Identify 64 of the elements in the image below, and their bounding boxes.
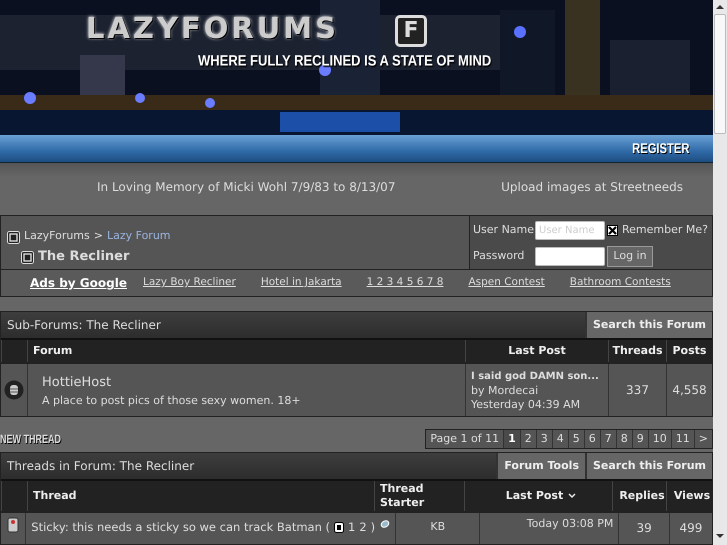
- password-field[interactable]: [535, 247, 605, 266]
- sticky-thread-icon: [7, 517, 20, 533]
- page-link[interactable]: 9: [632, 430, 648, 448]
- page-link[interactable]: 2: [520, 430, 536, 448]
- page-link[interactable]: 1: [503, 430, 520, 448]
- page-link[interactable]: 11: [670, 430, 694, 448]
- parenthesis-text: ): [370, 519, 376, 536]
- page-link[interactable]: 7: [600, 430, 616, 448]
- notice-text: Upload images at Streetneeds: [501, 178, 683, 196]
- page-link[interactable]: 4: [552, 430, 568, 448]
- breadcrumb-link[interactable]: LazyForums: [24, 228, 90, 244]
- last-post-link[interactable]: I said god DAMN son...: [471, 370, 603, 384]
- ad-link[interactable]: Hotel in Jakarta: [260, 275, 342, 291]
- sort-icon[interactable]: [568, 493, 576, 499]
- thread-page-link[interactable]: 2: [359, 519, 367, 536]
- section-title: Threads in Forum: The Recliner: [6, 458, 196, 475]
- page-indicator: Page 1 of 11: [429, 430, 500, 447]
- thread-count: 337: [626, 382, 649, 399]
- breadcrumb-separator: >: [94, 228, 103, 244]
- forum-icon: [7, 230, 20, 243]
- remember-checkbox[interactable]: [607, 225, 618, 236]
- forum-link[interactable]: HottieHost: [42, 373, 451, 392]
- reply-count: 39: [636, 520, 652, 537]
- post-author: by Mordecai: [471, 384, 540, 398]
- ad-link[interactable]: Bathroom Contests: [570, 275, 671, 291]
- next-page-link[interactable]: >: [694, 430, 712, 448]
- multipage-icon: [334, 522, 344, 533]
- login-button[interactable]: Log in: [607, 246, 653, 267]
- page-link[interactable]: 8: [616, 430, 632, 448]
- notice-text: In Loving Memory of Micki Wohl 7/9/83 to 8/13/07: [97, 178, 396, 196]
- toolbar-button[interactable]: Search this Forum: [585, 453, 712, 479]
- thread-starter: KB: [430, 519, 446, 535]
- new-thread-link[interactable]: NEW THREAD: [0, 430, 61, 448]
- ads-title-link[interactable]: Ads by Google: [30, 274, 127, 292]
- forum-status-icon: [4, 380, 24, 400]
- breadcrumb-link[interactable]: Lazy Forum: [106, 228, 171, 244]
- ad-link[interactable]: Aspen Contest: [468, 275, 545, 291]
- page-link[interactable]: 6: [584, 430, 600, 448]
- field-label: User Name: [473, 222, 535, 238]
- thread-link[interactable]: Sticky: this needs a sticky so we can track Batman (: [31, 519, 330, 536]
- page-link[interactable]: 5: [568, 430, 584, 448]
- toolbar-button[interactable]: Forum Tools: [496, 453, 585, 479]
- page-link[interactable]: 3: [536, 430, 552, 448]
- field-label: Password: [473, 248, 526, 264]
- ad-link[interactable]: Lazy Boy Recliner: [142, 275, 236, 291]
- post-count: 4,558: [672, 382, 707, 399]
- logo-badge: F: [395, 15, 427, 47]
- thread-page-link[interactable]: 1: [348, 519, 356, 536]
- post-time: Today 03:08 PM: [526, 516, 614, 532]
- site-tagline: WHERE FULLY RECLINED IS A STATE OF MIND: [198, 50, 492, 72]
- page-link[interactable]: 10: [648, 430, 671, 448]
- section-title: Sub-Forums: The Recliner: [6, 317, 162, 334]
- checkbox-label: Remember Me?: [622, 222, 708, 238]
- site-logo[interactable]: LAZYFORUMS: [86, 14, 340, 43]
- scrollbar-thumb[interactable]: [714, 14, 726, 134]
- attachment-icon: [379, 519, 390, 530]
- view-count: 499: [680, 520, 702, 537]
- forum-icon: [21, 250, 34, 263]
- ad-link[interactable]: 1 2 3 4 5 6 7 8: [366, 275, 444, 291]
- forum-description: A place to post pics of those sexy women. 18+: [42, 392, 302, 408]
- register-link[interactable]: REGISTER: [632, 138, 690, 159]
- post-time: Yesterday 04:39 AM: [471, 398, 582, 412]
- toolbar-button[interactable]: Search this Forum: [585, 312, 712, 338]
- forum-title: The Recliner: [38, 248, 130, 266]
